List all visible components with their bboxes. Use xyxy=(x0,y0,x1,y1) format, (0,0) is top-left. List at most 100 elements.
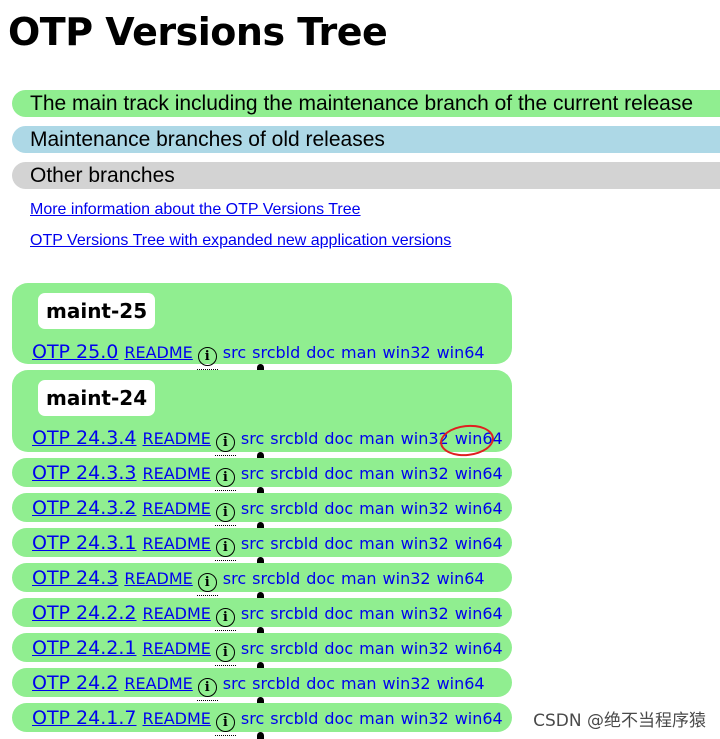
src-link[interactable]: src xyxy=(241,709,264,728)
win32-link[interactable]: win32 xyxy=(401,604,449,623)
readme-link[interactable]: README xyxy=(143,534,211,553)
srcbld-link[interactable]: srcbld xyxy=(270,534,318,553)
version-row: OTP 24.3 README i src srcbld doc man win… xyxy=(32,567,491,596)
win64-link[interactable]: win64 xyxy=(437,343,485,362)
src-link[interactable]: src xyxy=(223,343,246,362)
man-link[interactable]: man xyxy=(359,709,395,728)
src-link[interactable]: src xyxy=(241,604,264,623)
src-link[interactable]: src xyxy=(241,429,264,448)
man-link[interactable]: man xyxy=(341,674,377,693)
version-link[interactable]: OTP 24.2 xyxy=(32,672,118,694)
info-icon[interactable]: i xyxy=(214,468,236,491)
readme-link[interactable]: README xyxy=(124,674,192,693)
win32-link[interactable]: win32 xyxy=(401,639,449,658)
doc-link[interactable]: doc xyxy=(324,534,353,553)
legend-other-branches: Other branches xyxy=(12,162,720,189)
win64-link[interactable]: win64 xyxy=(437,674,485,693)
info-icon[interactable]: i xyxy=(196,347,218,370)
win64-link[interactable]: win64 xyxy=(455,534,503,553)
src-link[interactable]: src xyxy=(241,499,264,518)
info-icon[interactable]: i xyxy=(214,643,236,666)
readme-link[interactable]: README xyxy=(124,343,192,362)
doc-link[interactable]: doc xyxy=(324,499,353,518)
more-info-link[interactable]: More information about the OTP Versions … xyxy=(30,201,361,219)
win32-link[interactable]: win32 xyxy=(383,674,431,693)
doc-link[interactable]: doc xyxy=(324,604,353,623)
win32-link[interactable]: win32 xyxy=(383,569,431,588)
man-link[interactable]: man xyxy=(359,429,395,448)
win64-link[interactable]: win64 xyxy=(455,709,503,728)
srcbld-link[interactable]: srcbld xyxy=(270,709,318,728)
man-link[interactable]: man xyxy=(359,534,395,553)
version-box: OTP 24.3.2 README i src srcbld doc man w… xyxy=(12,493,512,526)
man-link[interactable]: man xyxy=(341,343,377,362)
branch-box-maint-24: maint-24 OTP 24.3.4 README i src srcbld … xyxy=(12,370,512,456)
version-row: OTP 24.2.2 README i src srcbld doc man w… xyxy=(32,602,509,631)
info-icon[interactable]: i xyxy=(214,433,236,456)
expanded-versions-link[interactable]: OTP Versions Tree with expanded new appl… xyxy=(30,232,451,250)
version-link[interactable]: OTP 24.3.4 xyxy=(32,427,137,449)
doc-link[interactable]: doc xyxy=(306,674,335,693)
version-link[interactable]: OTP 24.3.1 xyxy=(32,532,137,554)
version-box: OTP 24.3 README i src srcbld doc man win… xyxy=(12,563,512,596)
win32-link[interactable]: win32 xyxy=(401,464,449,483)
info-icon[interactable]: i xyxy=(214,608,236,631)
info-icon[interactable]: i xyxy=(196,573,218,596)
info-icon[interactable]: i xyxy=(214,713,236,736)
man-link[interactable]: man xyxy=(359,499,395,518)
doc-link[interactable]: doc xyxy=(306,569,335,588)
win64-link[interactable]: win64 xyxy=(455,429,503,448)
doc-link[interactable]: doc xyxy=(324,429,353,448)
version-link[interactable]: OTP 24.3.2 xyxy=(32,497,137,519)
readme-link[interactable]: README xyxy=(124,569,192,588)
doc-link[interactable]: doc xyxy=(324,709,353,728)
win32-link[interactable]: win32 xyxy=(383,343,431,362)
src-link[interactable]: src xyxy=(223,674,246,693)
doc-link[interactable]: doc xyxy=(324,639,353,658)
win32-link[interactable]: win32 xyxy=(401,499,449,518)
readme-link[interactable]: README xyxy=(143,464,211,483)
readme-link[interactable]: README xyxy=(143,604,211,623)
version-link[interactable]: OTP 25.0 xyxy=(32,341,118,363)
man-link[interactable]: man xyxy=(359,604,395,623)
src-link[interactable]: src xyxy=(223,569,246,588)
version-link[interactable]: OTP 24.2.2 xyxy=(32,602,137,624)
version-link[interactable]: OTP 24.1.7 xyxy=(32,707,137,729)
readme-link[interactable]: README xyxy=(143,429,211,448)
srcbld-link[interactable]: srcbld xyxy=(270,604,318,623)
version-link[interactable]: OTP 24.3.3 xyxy=(32,462,137,484)
watermark: CSDN @绝不当程序猿 xyxy=(533,711,706,731)
src-link[interactable]: src xyxy=(241,639,264,658)
win64-link[interactable]: win64 xyxy=(437,569,485,588)
win64-link[interactable]: win64 xyxy=(455,499,503,518)
doc-link[interactable]: doc xyxy=(306,343,335,362)
man-link[interactable]: man xyxy=(341,569,377,588)
info-icon[interactable]: i xyxy=(196,678,218,701)
readme-link[interactable]: README xyxy=(143,709,211,728)
version-link[interactable]: OTP 24.3 xyxy=(32,567,118,589)
srcbld-link[interactable]: srcbld xyxy=(270,464,318,483)
win64-link[interactable]: win64 xyxy=(455,464,503,483)
srcbld-link[interactable]: srcbld xyxy=(252,569,300,588)
srcbld-link[interactable]: srcbld xyxy=(270,429,318,448)
readme-link[interactable]: README xyxy=(143,499,211,518)
man-link[interactable]: man xyxy=(359,639,395,658)
srcbld-link[interactable]: srcbld xyxy=(252,343,300,362)
srcbld-link[interactable]: srcbld xyxy=(270,499,318,518)
win64-link[interactable]: win64 xyxy=(455,639,503,658)
win64-link[interactable]: win64 xyxy=(455,604,503,623)
srcbld-link[interactable]: srcbld xyxy=(270,639,318,658)
man-link[interactable]: man xyxy=(359,464,395,483)
src-link[interactable]: src xyxy=(241,464,264,483)
version-box: OTP 24.2 README i src srcbld doc man win… xyxy=(12,668,512,701)
info-icon[interactable]: i xyxy=(214,538,236,561)
win32-link[interactable]: win32 xyxy=(401,429,449,448)
srcbld-link[interactable]: srcbld xyxy=(252,674,300,693)
readme-link[interactable]: README xyxy=(143,639,211,658)
win32-link[interactable]: win32 xyxy=(401,709,449,728)
info-icon[interactable]: i xyxy=(214,503,236,526)
win32-link[interactable]: win32 xyxy=(401,534,449,553)
doc-link[interactable]: doc xyxy=(324,464,353,483)
src-link[interactable]: src xyxy=(241,534,264,553)
version-link[interactable]: OTP 24.2.1 xyxy=(32,637,137,659)
